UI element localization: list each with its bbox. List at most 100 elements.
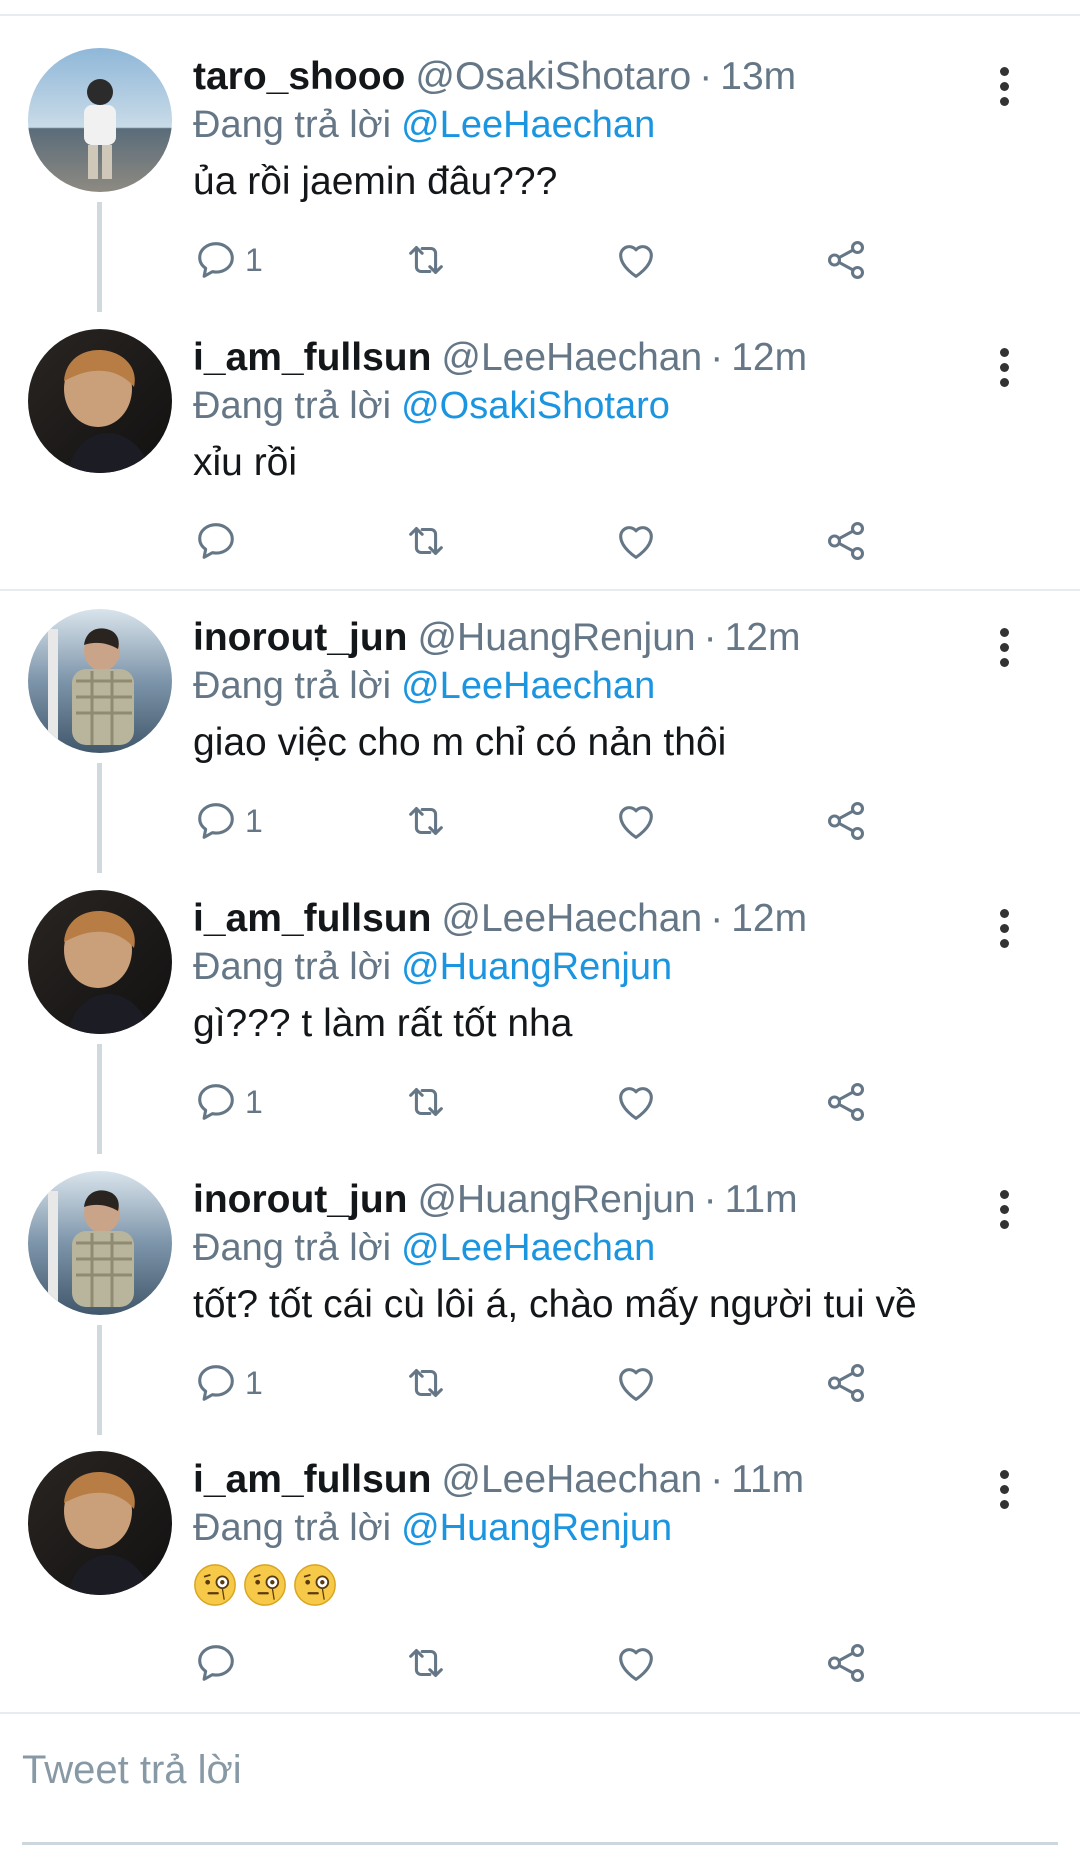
tweet[interactable]: i_am_fullsun @LeeHaechan · 12m Đang trả … — [0, 854, 1080, 1154]
display-name[interactable]: inorout_jun — [193, 1178, 407, 1222]
replying-label: Đang trả lời — [193, 1226, 392, 1269]
mention-link[interactable]: @HuangRenjun — [401, 946, 672, 989]
like-button[interactable] — [613, 1353, 659, 1413]
reply-icon — [198, 803, 234, 839]
reply-icon — [198, 1365, 234, 1401]
retweet-icon — [409, 246, 443, 274]
tweet[interactable]: inorout_jun @HuangRenjun · 11m Đang trả … — [0, 1135, 1080, 1435]
reply-input[interactable] — [22, 1730, 1022, 1810]
avatar[interactable] — [28, 609, 172, 753]
replying-to: Đang trả lời @OsakiShotaro — [193, 381, 670, 431]
mention-link[interactable]: @HuangRenjun — [401, 1507, 672, 1550]
share-icon — [827, 802, 865, 840]
replying-to: Đang trả lời @LeeHaechan — [193, 1223, 655, 1273]
share-icon — [827, 1083, 865, 1121]
share-icon — [827, 1364, 865, 1402]
share-button[interactable] — [823, 1633, 869, 1693]
reply-button[interactable]: 1 — [193, 1072, 263, 1132]
like-button[interactable] — [613, 1072, 659, 1132]
display-name[interactable]: inorout_jun — [193, 616, 407, 660]
tweet-header: i_am_fullsun @LeeHaechan · 12m — [193, 333, 807, 383]
retweet-button[interactable] — [403, 791, 449, 851]
user-handle[interactable]: @LeeHaechan — [441, 1458, 702, 1502]
separator: · — [710, 1458, 724, 1501]
tweet-text: giao việc cho m chỉ có nản thôi — [193, 721, 727, 764]
replying-to: Đang trả lời @HuangRenjun — [193, 942, 672, 992]
tweet-header: taro_shooo @OsakiShotaro · 13m — [193, 52, 796, 102]
action-bar: 1 — [193, 791, 893, 851]
heart-icon — [619, 1368, 653, 1401]
face-with-monocle-icon — [244, 1564, 286, 1606]
retweet-button[interactable] — [403, 230, 449, 290]
user-handle[interactable]: @OsakiShotaro — [415, 55, 691, 99]
user-handle[interactable]: @LeeHaechan — [441, 897, 702, 941]
timestamp[interactable]: 12m — [731, 897, 807, 941]
retweet-button[interactable] — [403, 1633, 449, 1693]
retweet-icon — [409, 1088, 443, 1116]
retweet-button[interactable] — [403, 1353, 449, 1413]
tweet-header: inorout_jun @HuangRenjun · 11m — [193, 1175, 798, 1225]
share-button[interactable] — [823, 1353, 869, 1413]
more-vertical-icon[interactable] — [984, 617, 1024, 677]
user-handle[interactable]: @HuangRenjun — [417, 1178, 695, 1222]
mention-link[interactable]: @OsakiShotaro — [401, 385, 670, 428]
more-vertical-icon[interactable] — [984, 56, 1024, 116]
avatar[interactable] — [28, 48, 172, 192]
like-button[interactable] — [613, 791, 659, 851]
display-name[interactable]: i_am_fullsun — [193, 897, 431, 941]
timestamp[interactable]: 12m — [725, 616, 801, 660]
tweet-text: tốt? tốt cái cù lôi á, chào mấy người tu… — [193, 1283, 917, 1326]
mention-link[interactable]: @LeeHaechan — [401, 104, 655, 147]
retweet-button[interactable] — [403, 1072, 449, 1132]
reply-icon — [198, 242, 234, 278]
share-button[interactable] — [823, 1072, 869, 1132]
reply-button[interactable] — [193, 1633, 245, 1693]
timestamp[interactable]: 11m — [731, 1458, 804, 1502]
retweet-icon — [409, 1649, 443, 1677]
reply-button[interactable]: 1 — [193, 1353, 263, 1413]
timestamp[interactable]: 11m — [725, 1178, 798, 1222]
tweet[interactable]: i_am_fullsun @LeeHaechan · 12m Đang trả … — [0, 293, 1080, 573]
avatar[interactable] — [28, 329, 172, 473]
reply-composer — [0, 1712, 1080, 1845]
share-button[interactable] — [823, 791, 869, 851]
display-name[interactable]: taro_shooo — [193, 55, 405, 99]
retweet-button[interactable] — [403, 511, 449, 571]
separator: · — [710, 897, 724, 940]
heart-icon — [619, 1648, 653, 1681]
tweet[interactable]: i_am_fullsun @LeeHaechan · 11m Đang trả … — [0, 1415, 1080, 1695]
more-vertical-icon[interactable] — [984, 337, 1024, 397]
reply-button[interactable]: 1 — [193, 791, 263, 851]
more-vertical-icon[interactable] — [984, 898, 1024, 958]
tweet-header: inorout_jun @HuangRenjun · 12m — [193, 613, 800, 663]
separator: · — [699, 55, 713, 98]
more-vertical-icon[interactable] — [984, 1179, 1024, 1239]
reply-button[interactable]: 1 — [193, 230, 263, 290]
display-name[interactable]: i_am_fullsun — [193, 1458, 431, 1502]
replying-label: Đang trả lời — [193, 664, 392, 707]
tweet[interactable]: inorout_jun @HuangRenjun · 12m Đang trả … — [0, 573, 1080, 873]
user-handle[interactable]: @HuangRenjun — [417, 616, 695, 660]
user-handle[interactable]: @LeeHaechan — [441, 336, 702, 380]
display-name[interactable]: i_am_fullsun — [193, 336, 431, 380]
action-bar — [193, 511, 893, 571]
like-button[interactable] — [613, 511, 659, 571]
like-button[interactable] — [613, 1633, 659, 1693]
like-button[interactable] — [613, 230, 659, 290]
action-bar — [193, 1633, 893, 1693]
mention-link[interactable]: @LeeHaechan — [401, 665, 655, 708]
mention-link[interactable]: @LeeHaechan — [401, 1227, 655, 1270]
avatar[interactable] — [28, 890, 172, 1034]
heart-icon — [619, 245, 653, 278]
avatar[interactable] — [28, 1451, 172, 1595]
more-vertical-icon[interactable] — [984, 1459, 1024, 1519]
share-button[interactable] — [823, 230, 869, 290]
timestamp[interactable]: 12m — [731, 336, 807, 380]
retweet-icon — [409, 527, 443, 555]
avatar[interactable] — [28, 1171, 172, 1315]
share-button[interactable] — [823, 511, 869, 571]
replying-label: Đang trả lời — [193, 1506, 392, 1549]
tweet[interactable]: taro_shooo @OsakiShotaro · 13m Đang trả … — [0, 12, 1080, 312]
timestamp[interactable]: 13m — [720, 55, 796, 99]
reply-button[interactable] — [193, 511, 245, 571]
